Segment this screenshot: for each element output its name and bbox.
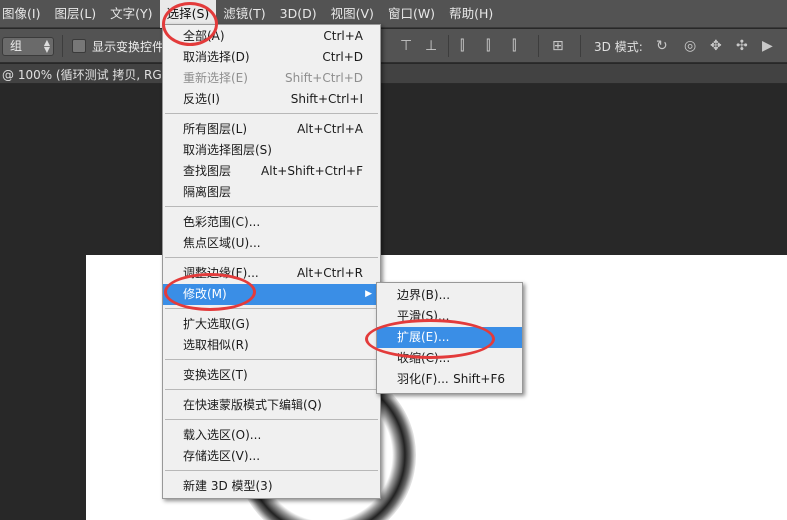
menu-type[interactable]: 文字(Y) <box>103 0 159 28</box>
show-transform-checkbox[interactable] <box>72 39 86 53</box>
menu-divider <box>165 419 378 420</box>
menu-divider <box>165 470 378 471</box>
annotation-circle-modify <box>164 273 256 311</box>
annotation-circle-expand <box>365 319 495 359</box>
menu-divider <box>165 389 378 390</box>
menu-item-color-range[interactable]: 色彩范围(C)... <box>163 212 380 233</box>
document-tab[interactable]: @ 100% (循环测试 拷贝, RGB <box>0 64 787 84</box>
menu-item-grow[interactable]: 扩大选取(G) <box>163 314 380 335</box>
menu-item-focus-area[interactable]: 焦点区域(U)... <box>163 233 380 254</box>
select-menu-dropdown: 全部(A) Ctrl+A 取消选择(D) Ctrl+D 重新选择(E) Shift+C… <box>162 24 381 499</box>
menu-item-new-3d-model[interactable]: 新建 3D 模型(3) <box>163 476 380 497</box>
submenu-item-border[interactable]: 边界(B)... <box>377 285 522 306</box>
menu-item-deselect[interactable]: 取消选择(D) Ctrl+D <box>163 47 380 68</box>
menu-item-all-layers[interactable]: 所有图层(L) Alt+Ctrl+A <box>163 119 380 140</box>
document-tab-title: @ 100% (循环测试 拷贝, RGB <box>2 68 170 82</box>
menu-item-isolate-layers[interactable]: 隔离图层 <box>163 182 380 203</box>
divider <box>448 35 449 57</box>
distribute-right-icon[interactable]: ⫿ <box>512 38 516 54</box>
menu-item-deselect-layers[interactable]: 取消选择图层(S) <box>163 140 380 161</box>
menu-item-save-selection[interactable]: 存储选区(V)... <box>163 446 380 467</box>
divider <box>580 35 581 57</box>
annotation-circle-select <box>162 2 218 46</box>
menu-divider <box>165 113 378 114</box>
auto-select-value: 组 <box>10 39 23 53</box>
submenu-arrow-icon: ▶ <box>365 289 372 299</box>
menu-image[interactable]: 图像(I) <box>0 0 47 28</box>
align-bottom-icon[interactable]: ⊥ <box>425 38 437 54</box>
menu-item-load-selection[interactable]: 载入选区(O)... <box>163 425 380 446</box>
3d-roll-icon[interactable]: ◎ <box>684 38 696 54</box>
menu-window[interactable]: 窗口(W) <box>381 0 442 28</box>
3d-slide-icon[interactable]: ✣ <box>736 38 748 54</box>
show-transform-label: 显示变换控件 <box>92 40 165 54</box>
3d-pan-icon[interactable]: ✥ <box>710 38 722 54</box>
menu-help[interactable]: 帮助(H) <box>442 0 500 28</box>
divider <box>62 35 63 57</box>
menu-item-similar[interactable]: 选取相似(R) <box>163 335 380 356</box>
align-top-icon[interactable]: ⊤ <box>400 38 412 54</box>
auto-select-combo[interactable]: 组 ▲ ▼ <box>2 37 54 56</box>
3d-orbit-icon[interactable]: ↻ <box>656 38 668 54</box>
auto-align-icon[interactable]: ⊞ <box>552 38 564 54</box>
submenu-item-feather[interactable]: 羽化(F)... Shift+F6 <box>377 369 522 390</box>
distribute-center-icon[interactable]: ⫿ <box>486 38 490 54</box>
menu-divider <box>165 257 378 258</box>
menu-divider <box>165 359 378 360</box>
menu-item-quick-mask[interactable]: 在快速蒙版模式下编辑(Q) <box>163 395 380 416</box>
3d-scale-icon[interactable]: ▶ <box>762 38 773 54</box>
menu-divider <box>165 206 378 207</box>
menu-layer[interactable]: 图层(L) <box>47 0 103 28</box>
options-bar: 组 ▲ ▼ 显示变换控件 ⊤ ⊥ ⫿ ⫿ ⫿ ⊞ 3D 模式: ↻ ◎ ✥ ✣ ▶ <box>0 29 787 63</box>
menu-item-transform-selection[interactable]: 变换选区(T) <box>163 365 380 386</box>
menu-item-inverse[interactable]: 反选(I) Shift+Ctrl+I <box>163 89 380 110</box>
menu-bar: 图像(I) 图层(L) 文字(Y) 选择(S) 滤镜(T) 3D(D) 视图(V… <box>0 0 787 28</box>
3d-mode-label: 3D 模式: <box>594 40 643 54</box>
menu-item-find-layers[interactable]: 查找图层 Alt+Shift+Ctrl+F <box>163 161 380 182</box>
distribute-left-icon[interactable]: ⫿ <box>460 38 464 54</box>
menu-item-reselect[interactable]: 重新选择(E) Shift+Ctrl+D <box>163 68 380 89</box>
divider <box>538 35 539 57</box>
spinner-arrows-icon: ▲ ▼ <box>43 38 50 54</box>
